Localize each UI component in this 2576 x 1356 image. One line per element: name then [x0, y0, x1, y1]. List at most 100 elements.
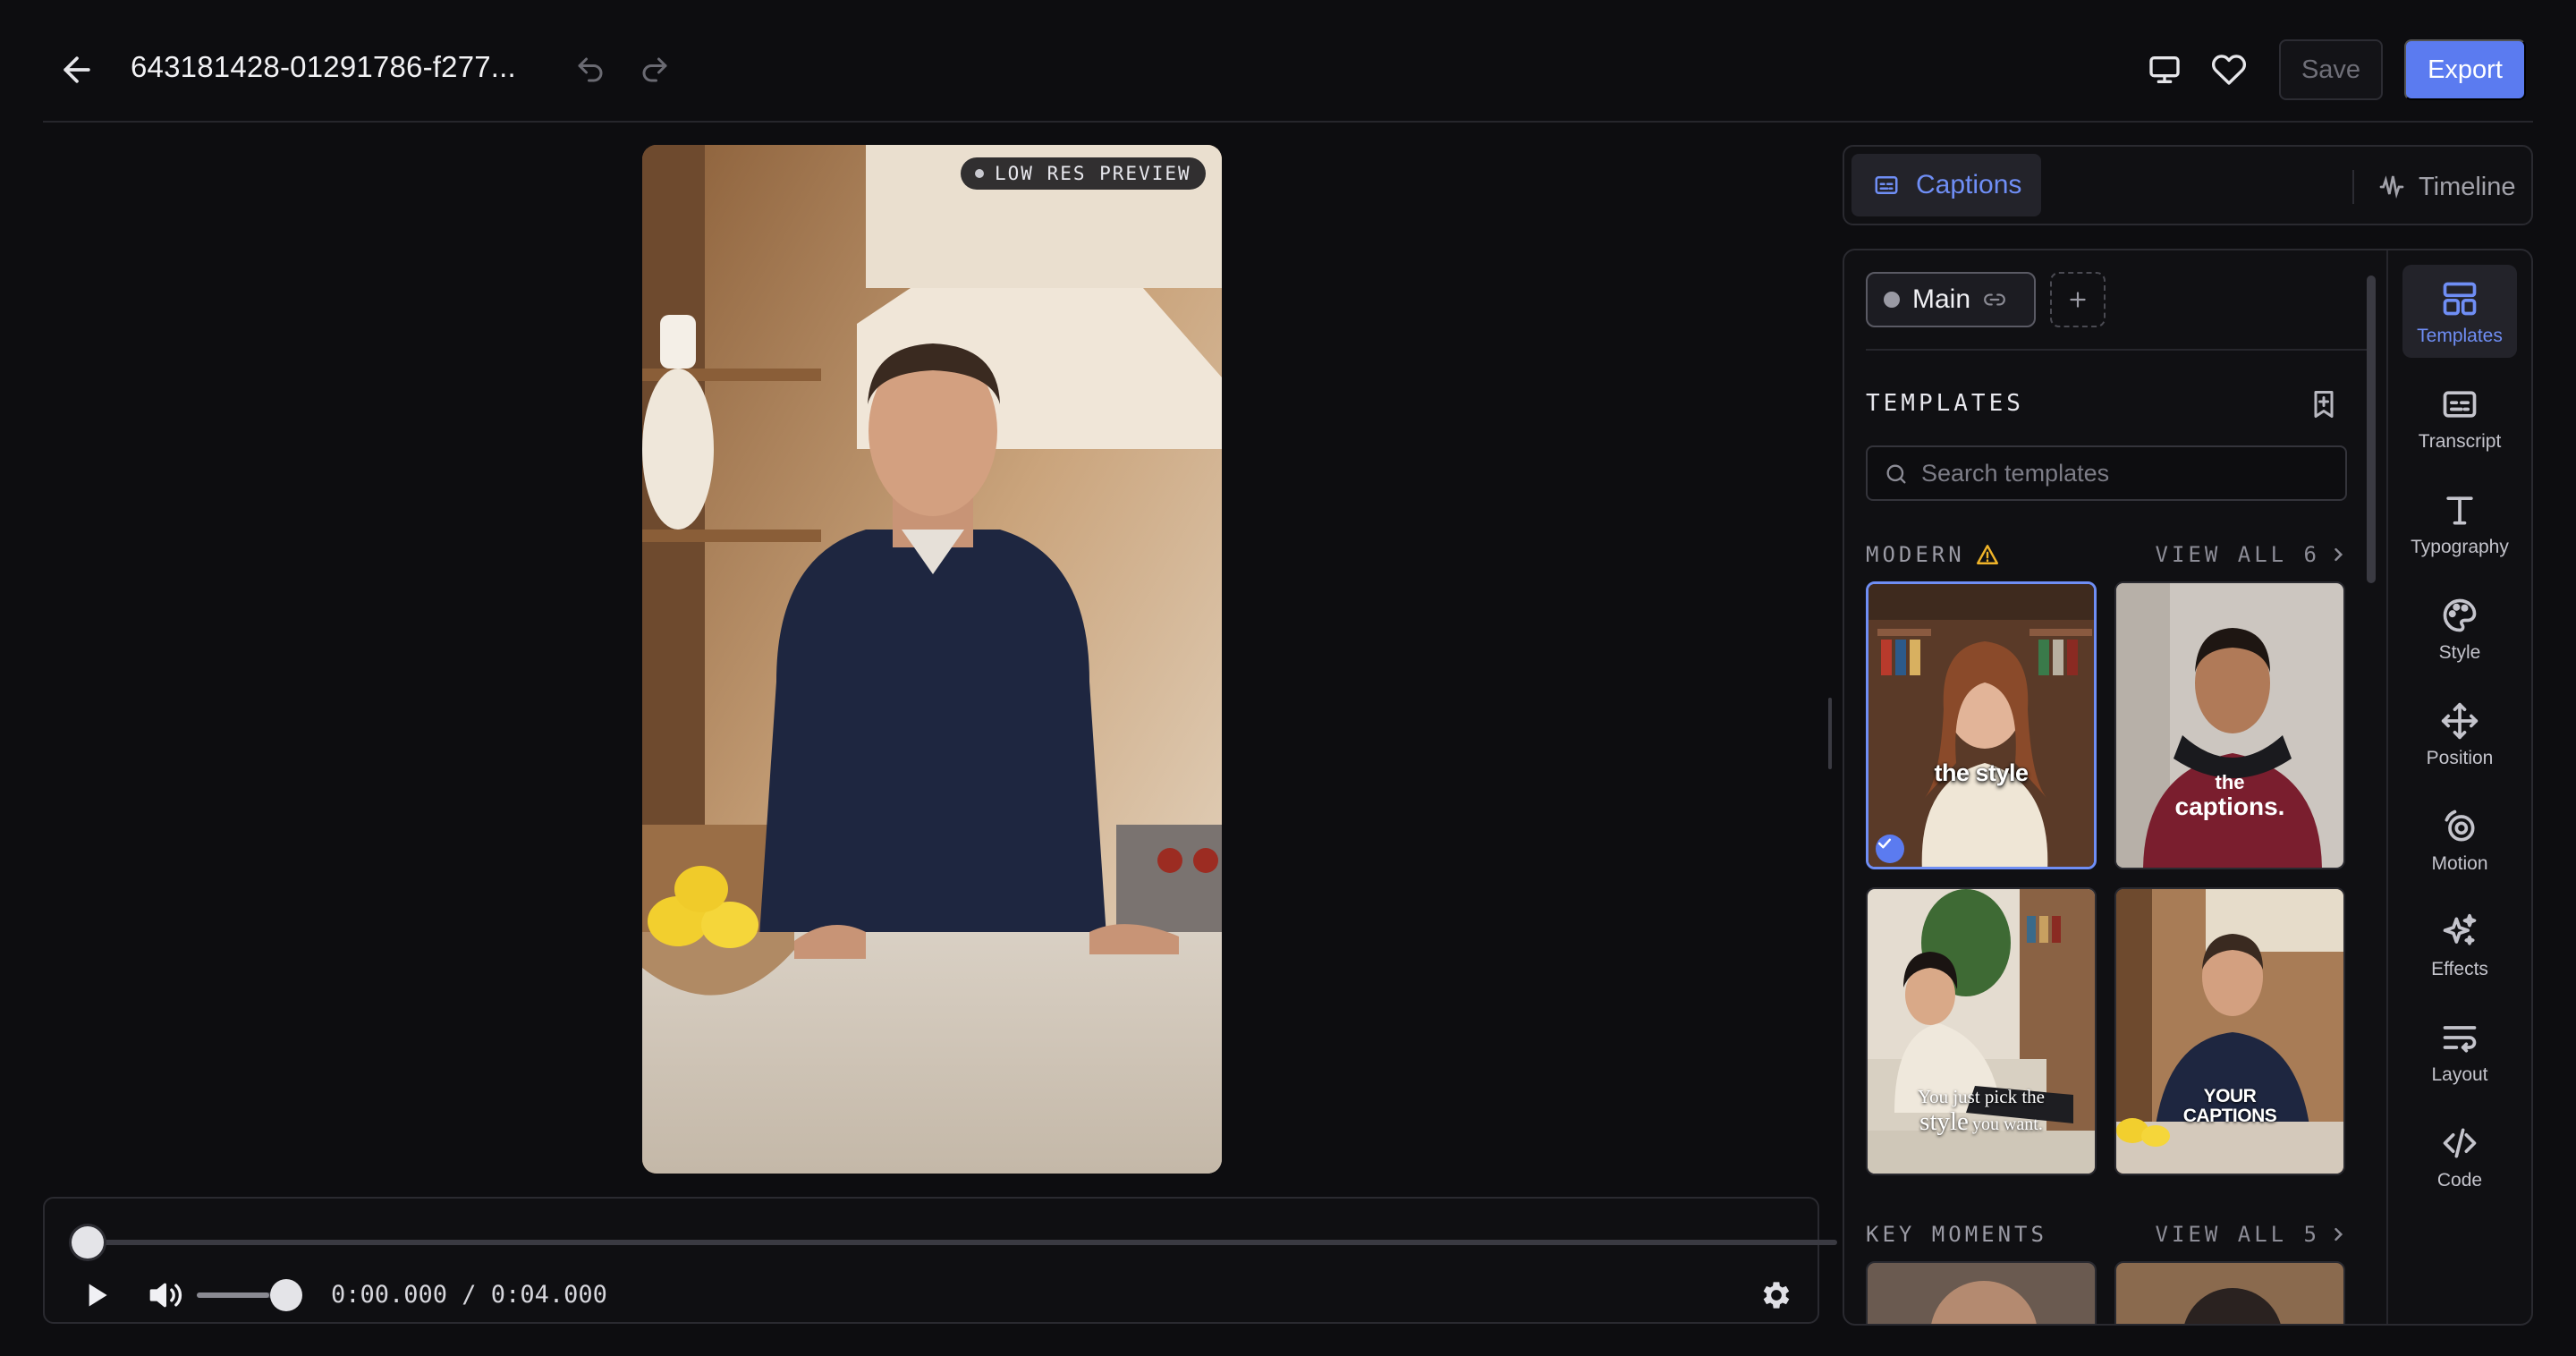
add-layer-button[interactable]: [2050, 272, 2106, 327]
volume-thumb[interactable]: [270, 1279, 302, 1311]
waveform-icon: [2379, 175, 2404, 199]
view-all-key-moments-link[interactable]: VIEW ALL 5: [2156, 1222, 2348, 1247]
bookmark-icon[interactable]: [2308, 388, 2340, 420]
palette-icon: [2443, 598, 2477, 632]
heart-icon[interactable]: [2211, 52, 2247, 88]
side-tool-label: Code: [2436, 1170, 2483, 1191]
template-thumbnail-image: [2116, 889, 2343, 1174]
side-tool-label: Typography: [2411, 537, 2509, 557]
transcript-icon: [2443, 391, 2477, 418]
section-label-modern: MODERN: [1866, 542, 1999, 567]
view-all-key-moments-label: VIEW ALL 5: [2155, 1222, 2320, 1247]
tab-captions[interactable]: Captions: [1852, 154, 2041, 216]
video-frame-image: [642, 145, 1222, 1174]
back-arrow-icon[interactable]: [57, 50, 97, 89]
wrap-text-icon: [2443, 1026, 2477, 1053]
side-tool-effects[interactable]: Effects: [2402, 898, 2517, 991]
template-caption-line-1: You just pick the: [1918, 1086, 2045, 1107]
desktop-preview-icon[interactable]: [2147, 52, 2182, 88]
side-tool-label: Style: [2438, 642, 2481, 663]
side-tool-position[interactable]: Position: [2402, 687, 2517, 780]
search-icon: [1884, 462, 1909, 487]
video-preview[interactable]: LOW RES PREVIEW: [642, 145, 1222, 1174]
side-tool-style[interactable]: Style: [2402, 581, 2517, 674]
side-tool-transcript[interactable]: Transcript: [2402, 370, 2517, 463]
templates-heading: TEMPLATES: [1866, 390, 2024, 417]
templates-scroll-area[interactable]: Main TEMPLATES MODERN VIEW ALL 6: [1844, 250, 2386, 1324]
warning-icon: [1976, 545, 1998, 564]
low-res-preview-label: LOW RES PREVIEW: [995, 163, 1191, 184]
template-thumbnail-image: [1868, 584, 2094, 867]
tab-divider: [2352, 170, 2354, 204]
side-tool-label: Templates: [2417, 326, 2503, 346]
side-tool-label: Motion: [2431, 853, 2488, 874]
template-caption-line-1: YOUR: [2203, 1086, 2257, 1106]
volume-fill: [197, 1292, 269, 1298]
tab-timeline-label: Timeline: [2419, 172, 2516, 201]
side-tool-templates[interactable]: Templates: [2402, 265, 2517, 358]
template-card-your-captions[interactable]: YOUR CAPTIONS: [2114, 887, 2345, 1175]
template-caption: the style: [1934, 759, 2029, 786]
undo-icon[interactable]: [574, 54, 606, 86]
section-key-moments-title: KEY MOMENTS: [1866, 1222, 2047, 1247]
seek-thumb[interactable]: [72, 1226, 104, 1259]
template-caption-line-2: captions.: [2174, 792, 2285, 820]
captions-panel: Main TEMPLATES MODERN VIEW ALL 6: [1843, 249, 2533, 1326]
side-toolbar: Templates Transcript Typography Style Po…: [2386, 250, 2531, 1324]
panel-resize-handle[interactable]: [1828, 698, 1832, 769]
template-card-the-captions[interactable]: the captions.: [2114, 581, 2345, 869]
layer-name: Main: [1912, 284, 1971, 314]
sparkles-icon: [2443, 913, 2477, 945]
template-caption-line-2: CAPTIONS: [2182, 1106, 2277, 1126]
side-tool-code[interactable]: Code: [2402, 1109, 2517, 1202]
section-label-key-moments: KEY MOMENTS: [1866, 1222, 2047, 1247]
template-caption-line-1: the: [2215, 771, 2245, 793]
selected-check-icon: [1876, 835, 1904, 863]
chevron-right-icon: [2334, 547, 2343, 562]
template-caption-line-2: style you want.: [1868, 1107, 2095, 1137]
template-card-you-just-pick[interactable]: You just pick the style you want.: [1866, 887, 2097, 1175]
time-readout: 0:00.000 / 0:04.000: [331, 1281, 607, 1309]
caption-layer-main[interactable]: Main: [1866, 272, 2036, 327]
template-caption-rest: you want.: [1971, 1114, 2043, 1134]
playback-controls: 0:00.000 / 0:04.000: [43, 1197, 1837, 1324]
volume-icon[interactable]: [148, 1277, 184, 1313]
side-tool-label: Effects: [2431, 959, 2488, 979]
tab-captions-label: Captions: [1916, 170, 2022, 199]
tab-timeline[interactable]: Timeline: [2377, 165, 2516, 209]
panel-tabs: Captions Timeline: [1843, 145, 2533, 225]
project-title[interactable]: 643181428-01291786-f277...: [131, 50, 516, 84]
move-icon: [2441, 702, 2479, 740]
template-thumbnail-image: [2116, 1263, 2343, 1324]
scrollbar[interactable]: [2367, 275, 2376, 583]
template-card-key-moment-1[interactable]: [1866, 1261, 2097, 1324]
redo-icon[interactable]: [639, 54, 671, 86]
settings-gear-icon[interactable]: [1758, 1277, 1794, 1313]
divider: [1866, 349, 2367, 351]
templates-icon: [2443, 282, 2477, 316]
template-card-key-moment-2[interactable]: [2114, 1261, 2345, 1324]
code-icon: [2443, 1128, 2477, 1158]
low-res-preview-badge: LOW RES PREVIEW: [961, 157, 1206, 190]
template-thumbnail-image: [2116, 583, 2343, 868]
view-all-modern-label: VIEW ALL 6: [2155, 542, 2320, 567]
side-tool-layout[interactable]: Layout: [2402, 1004, 2517, 1097]
link-icon[interactable]: [1983, 288, 2006, 311]
side-tool-typography[interactable]: Typography: [2402, 476, 2517, 569]
template-search: [1866, 445, 2347, 501]
template-card-the-style[interactable]: the style: [1866, 581, 2097, 869]
section-modern-title: MODERN: [1866, 542, 1965, 567]
top-bar: 643181428-01291786-f277... Save Export: [43, 0, 2533, 123]
side-tool-label: Position: [2426, 748, 2494, 768]
play-icon[interactable]: [79, 1277, 114, 1313]
captions-icon: [1875, 176, 1898, 194]
side-tool-label: Layout: [2431, 1064, 2488, 1085]
plus-icon: [2070, 292, 2086, 308]
view-all-modern-link[interactable]: VIEW ALL 6: [2156, 542, 2348, 567]
seek-bar[interactable]: [89, 1240, 1837, 1245]
search-input[interactable]: [1921, 447, 2333, 499]
side-tool-motion[interactable]: Motion: [2402, 792, 2517, 886]
save-button[interactable]: Save: [2279, 39, 2383, 100]
chevron-right-icon: [2334, 1227, 2343, 1242]
export-button[interactable]: Export: [2404, 39, 2526, 100]
